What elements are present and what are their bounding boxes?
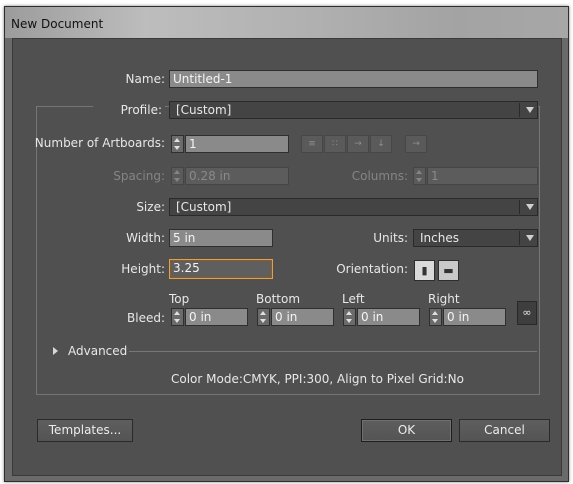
columns-stepper[interactable] (413, 167, 426, 185)
advanced-toggle[interactable]: Advanced (68, 344, 127, 358)
bleed-bottom-stepper[interactable] (257, 308, 270, 326)
columns-input[interactable]: 1 (427, 167, 538, 185)
grid-by-column-icon[interactable]: ∷ (324, 135, 346, 153)
bleed-left-input[interactable]: 0 in (357, 308, 420, 326)
spacing-input[interactable]: 0.28 in (185, 167, 289, 185)
orientation-label: Orientation: (336, 262, 408, 276)
width-input[interactable]: 5 in (169, 229, 273, 247)
name-input[interactable]: Untitled-1 (169, 70, 538, 88)
landscape-icon[interactable]: ▬ (438, 260, 459, 281)
profile-value: [Custom] (176, 103, 232, 117)
bleed-top-stepper[interactable] (171, 308, 184, 326)
arrange-by-column-icon[interactable]: ↓ (370, 135, 392, 153)
chevron-down-icon (526, 204, 534, 210)
columns-label: Columns: (351, 169, 408, 183)
arrange-by-row-icon[interactable]: → (347, 135, 369, 153)
bleed-label: Bleed: (127, 311, 165, 325)
bleed-bottom-label: Bottom (256, 292, 301, 306)
disclosure-triangle-icon[interactable] (53, 347, 58, 355)
ok-button[interactable]: OK (361, 419, 452, 442)
bleed-top-label: Top (169, 292, 190, 306)
title-bar[interactable]: New Document (5, 7, 568, 38)
name-label: Name: (125, 72, 165, 86)
bleed-right-stepper[interactable] (429, 308, 442, 326)
window-title: New Document (11, 17, 104, 31)
size-value: [Custom] (176, 200, 232, 214)
chain-link-icon[interactable]: ∞ (517, 301, 537, 325)
templates-button[interactable]: Templates... (37, 419, 133, 442)
bleed-left-stepper[interactable] (343, 308, 356, 326)
bleed-top-input[interactable]: 0 in (185, 308, 248, 326)
spacing-label: Spacing: (113, 169, 165, 183)
grid-by-row-icon[interactable]: ≡ (301, 135, 323, 153)
spacing-stepper[interactable] (171, 167, 184, 185)
size-label: Size: (136, 200, 165, 214)
bleed-right-label: Right (428, 292, 460, 306)
bleed-bottom-input[interactable]: 0 in (271, 308, 334, 326)
units-value: Inches (420, 231, 459, 245)
right-to-left-icon[interactable]: → (405, 135, 427, 153)
profile-label: Profile: (93, 103, 165, 117)
document-info-text: Color Mode:CMYK, PPI:300, Align to Pixel… (171, 372, 464, 386)
height-input[interactable]: 3.25 (169, 259, 273, 279)
dialog-body: Name: Untitled-1 Profile: [Custom] Numbe… (12, 38, 562, 476)
bleed-left-label: Left (342, 292, 365, 306)
size-select[interactable]: [Custom] (169, 198, 538, 216)
artboards-stepper[interactable] (171, 135, 184, 153)
artboards-label: Number of Artboards: (34, 136, 165, 150)
artboards-input[interactable]: 1 (185, 135, 289, 153)
height-label: Height: (121, 262, 165, 276)
chevron-down-icon (526, 107, 534, 113)
bleed-right-input[interactable]: 0 in (443, 308, 506, 326)
profile-select[interactable]: [Custom] (169, 101, 538, 119)
units-label: Units: (373, 231, 408, 245)
advanced-divider (129, 351, 537, 352)
chevron-down-icon (526, 235, 534, 241)
units-select[interactable]: Inches (413, 229, 538, 247)
width-label: Width: (126, 231, 165, 245)
new-document-window: New Document Name: Untitled-1 Profile: [… (4, 6, 569, 482)
cancel-button[interactable]: Cancel (459, 419, 550, 442)
portrait-icon[interactable]: ▮ (414, 260, 435, 281)
